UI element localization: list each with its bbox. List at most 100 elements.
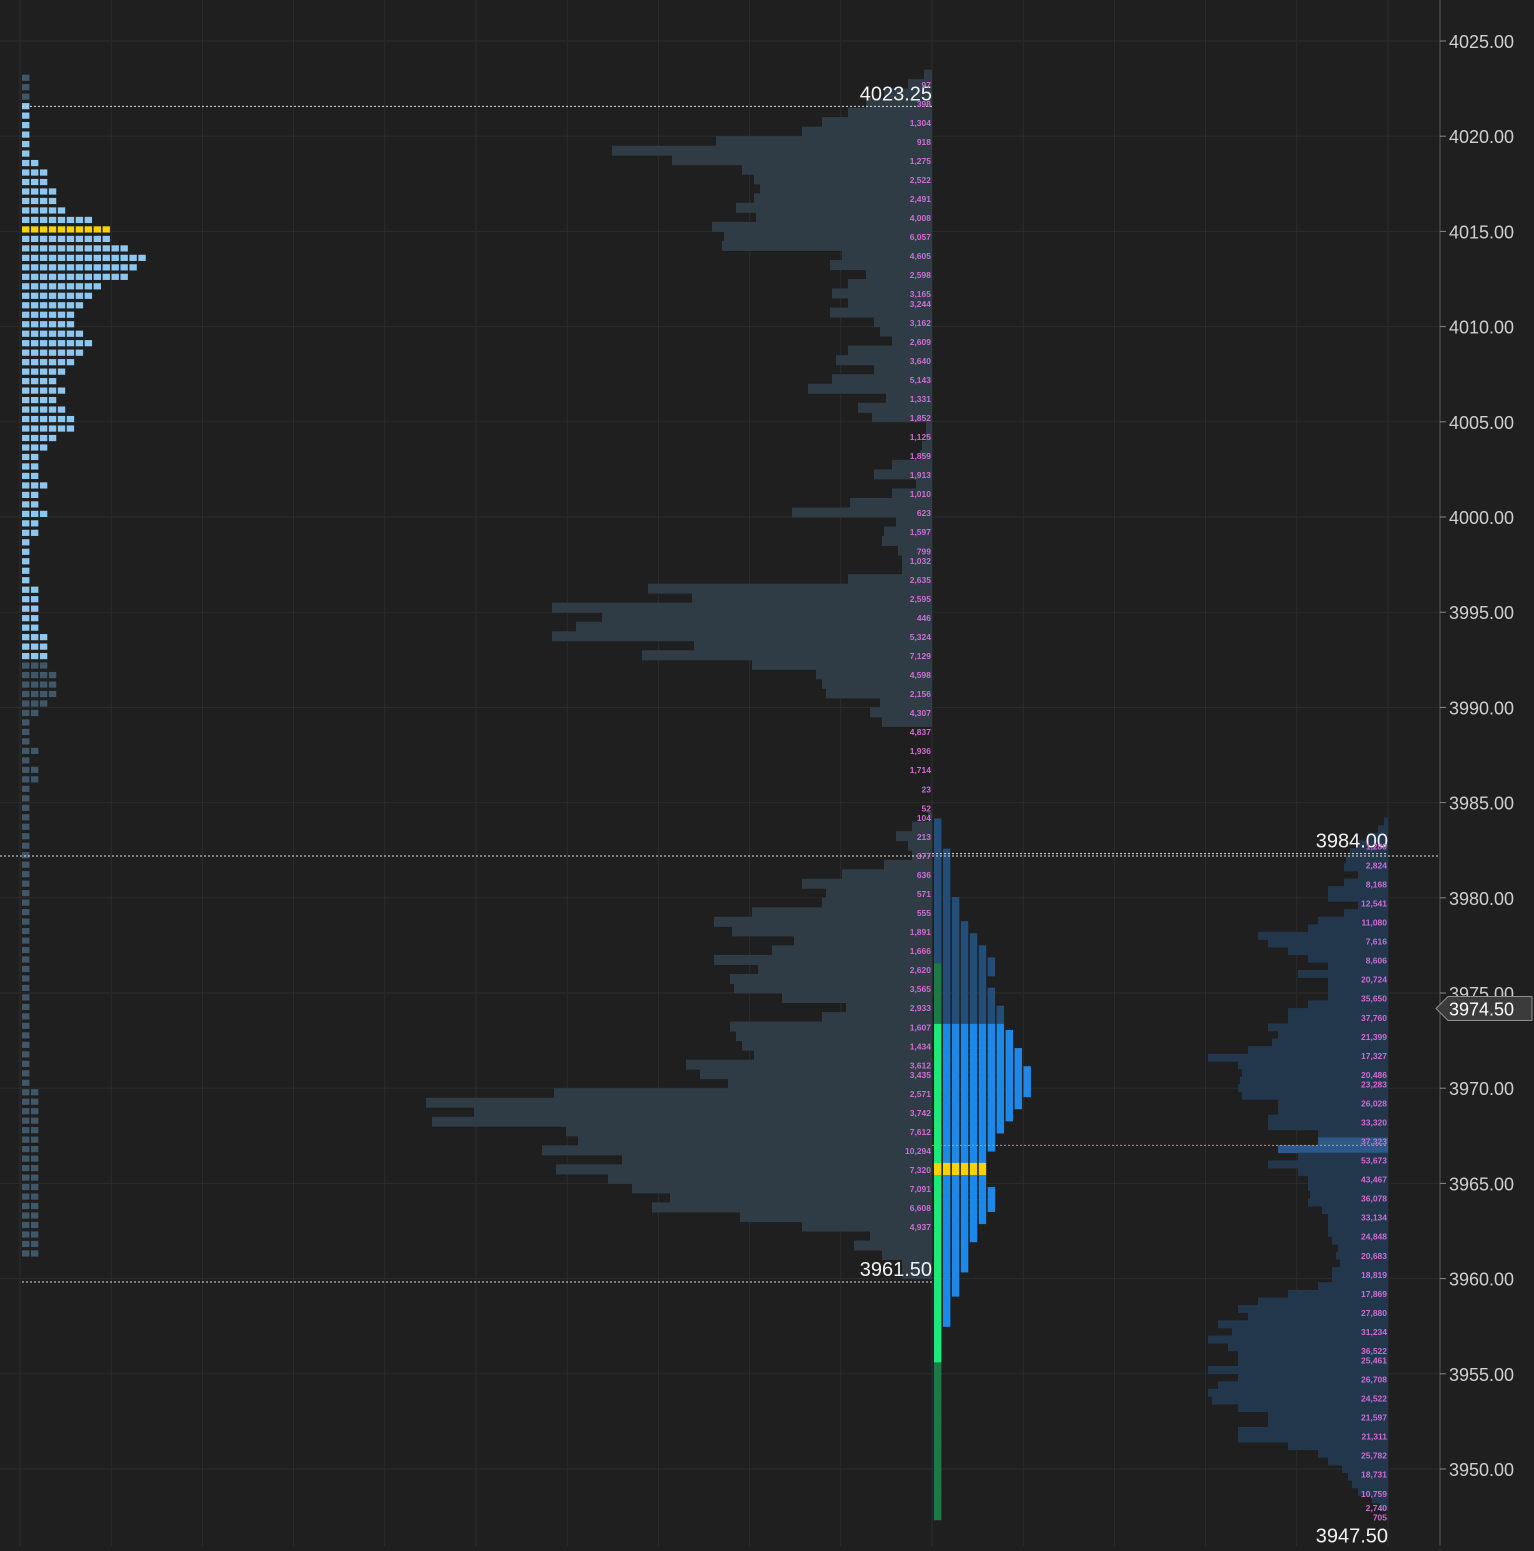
prior-tpo-poc-block xyxy=(39,226,48,233)
prior-tpo-block xyxy=(22,776,30,783)
chart-canvas[interactable]: 4023.253961.503984.003947.50 973981,3049… xyxy=(0,0,1534,1550)
prior-volume-bar xyxy=(736,202,932,213)
current-tpo-block xyxy=(942,1120,951,1128)
axis-tick-label[interactable]: 4000.00 xyxy=(1449,508,1514,528)
prior-tpo-block xyxy=(66,216,75,224)
current-tpo-block xyxy=(978,1042,987,1049)
current-tpo-block xyxy=(996,1017,1005,1025)
axis-tick-label[interactable]: 3985.00 xyxy=(1449,794,1514,814)
current-volume-bar xyxy=(1238,1061,1388,1070)
current-tpo-block xyxy=(942,1072,951,1080)
axis-tick-label[interactable]: 4025.00 xyxy=(1449,32,1514,52)
current-tpo-block xyxy=(934,1029,942,1037)
current-tpo-block xyxy=(969,1048,978,1055)
current-tpo-block xyxy=(987,1029,996,1037)
prior-tpo-block xyxy=(22,586,30,593)
current-tpo-block xyxy=(996,1126,1005,1134)
current-tpo-block xyxy=(960,921,969,928)
axis-tick-label[interactable]: 4005.00 xyxy=(1449,413,1514,433)
prior-tpo-block xyxy=(22,1098,30,1105)
axis-tick-label[interactable]: 3950.00 xyxy=(1449,1460,1514,1480)
current-volume-bar xyxy=(1288,1442,1388,1451)
prior-tpo-block xyxy=(66,425,75,432)
current-volume-label: 37,760 xyxy=(1361,1013,1387,1023)
axis-tick-label[interactable]: 3965.00 xyxy=(1449,1174,1514,1194)
current-tpo-block xyxy=(996,1048,1005,1055)
current-tpo-block xyxy=(934,1023,942,1031)
axis-tick-label[interactable]: 3990.00 xyxy=(1449,698,1514,718)
current-tpo-block xyxy=(942,1029,951,1037)
current-tpo-block xyxy=(942,1187,951,1194)
prior-tpo-block xyxy=(22,150,30,157)
prior-volume-bar xyxy=(896,517,932,528)
prior-tpo-block xyxy=(57,311,66,318)
current-tpo-block xyxy=(978,1156,987,1164)
current-tpo-block xyxy=(978,1096,987,1104)
current-tpo-block xyxy=(934,1434,942,1442)
prior-tpo-block xyxy=(39,340,48,347)
prior-tpo-block xyxy=(22,359,30,366)
current-volume-label: 17,327 xyxy=(1361,1051,1387,1061)
axis-tick-label[interactable]: 3970.00 xyxy=(1449,1079,1514,1099)
prior-tpo-block xyxy=(48,302,57,309)
current-tpo-block xyxy=(960,999,969,1007)
current-tpo-block xyxy=(1005,1048,1013,1055)
price-axis[interactable]: 4025.00 4020.00 4015.00 4010.00 4005.00 4000.… xyxy=(1435,0,1533,1546)
axis-tick-label[interactable]: 4015.00 xyxy=(1449,222,1514,242)
current-volume-label: 8,606 xyxy=(1366,956,1388,966)
prior-volume-label: 1,714 xyxy=(910,765,932,775)
prior-tpo-block xyxy=(30,501,39,508)
market-profile-chart[interactable]: 4023.25 3961.50 3984.00 3947.50 97 398 1,304 9… xyxy=(0,0,1534,1550)
current-tpo-block xyxy=(1014,1054,1022,1061)
prior-volume-bar xyxy=(602,612,932,623)
prior-tpo-block xyxy=(66,340,75,347)
axis-tick-label[interactable]: 3955.00 xyxy=(1449,1365,1514,1385)
current-volume-label: 31,234 xyxy=(1361,1327,1387,1337)
current-tpo-block xyxy=(987,969,996,977)
axis-tick-label[interactable]: 3980.00 xyxy=(1449,889,1514,909)
current-volume-label: 18,819 xyxy=(1361,1270,1387,1280)
prior-tpo-block xyxy=(39,652,48,660)
current-tpo-block xyxy=(951,909,960,916)
prior-tpo-block xyxy=(22,93,30,100)
current-tpo-block xyxy=(987,1193,996,1200)
current-tpo-block xyxy=(934,1005,942,1013)
prior-tpo-block xyxy=(66,349,75,356)
current-tpo-block xyxy=(987,1066,996,1074)
prior-tpo-block xyxy=(39,283,48,290)
prior-tpo-block xyxy=(75,292,84,299)
prior-volume-label: 636 xyxy=(917,870,931,880)
current-tpo-block xyxy=(934,921,942,928)
current-tpo-block xyxy=(978,1029,987,1037)
current-tpo-block xyxy=(934,1416,942,1424)
current-volume-label: 20,683 xyxy=(1361,1251,1387,1261)
axis-tick-label[interactable]: 3995.00 xyxy=(1449,603,1514,623)
axis-tick-label[interactable]: 4010.00 xyxy=(1449,318,1514,338)
current-tpo-block xyxy=(987,1060,996,1067)
current-price-label[interactable]: 3974.50 xyxy=(1449,1000,1514,1020)
prior-volume-bar xyxy=(742,1040,932,1051)
prior-tpo-block xyxy=(30,520,39,527)
current-tpo-block xyxy=(934,1428,942,1436)
prior-tpo-block xyxy=(48,188,57,195)
prior-volume-bar xyxy=(848,279,932,290)
prior-tpo-block xyxy=(22,890,30,897)
prior-tpo-block xyxy=(48,359,57,366)
prior-volume-label: 52 xyxy=(922,803,932,813)
axis-tick-label[interactable]: 3960.00 xyxy=(1449,1270,1514,1290)
current-tpo-block xyxy=(934,1090,942,1098)
prior-tpo-block xyxy=(22,880,30,887)
prior-tpo-block xyxy=(30,378,39,385)
current-tpo-block xyxy=(960,1078,969,1086)
current-tpo-block xyxy=(969,1138,978,1146)
current-tpo-block xyxy=(942,987,951,995)
current-tpo-block xyxy=(960,1108,969,1116)
current-tpo-block xyxy=(951,1181,960,1188)
prior-tpo-poc-block xyxy=(84,226,93,233)
prior-tpo-block xyxy=(102,235,110,243)
prior-tpo-block xyxy=(57,235,66,243)
axis-tick-label[interactable]: 4020.00 xyxy=(1449,127,1514,147)
prior-volume-bar xyxy=(850,497,932,508)
prior-tpo-block xyxy=(22,681,30,688)
current-tpo-block xyxy=(1005,1072,1013,1080)
